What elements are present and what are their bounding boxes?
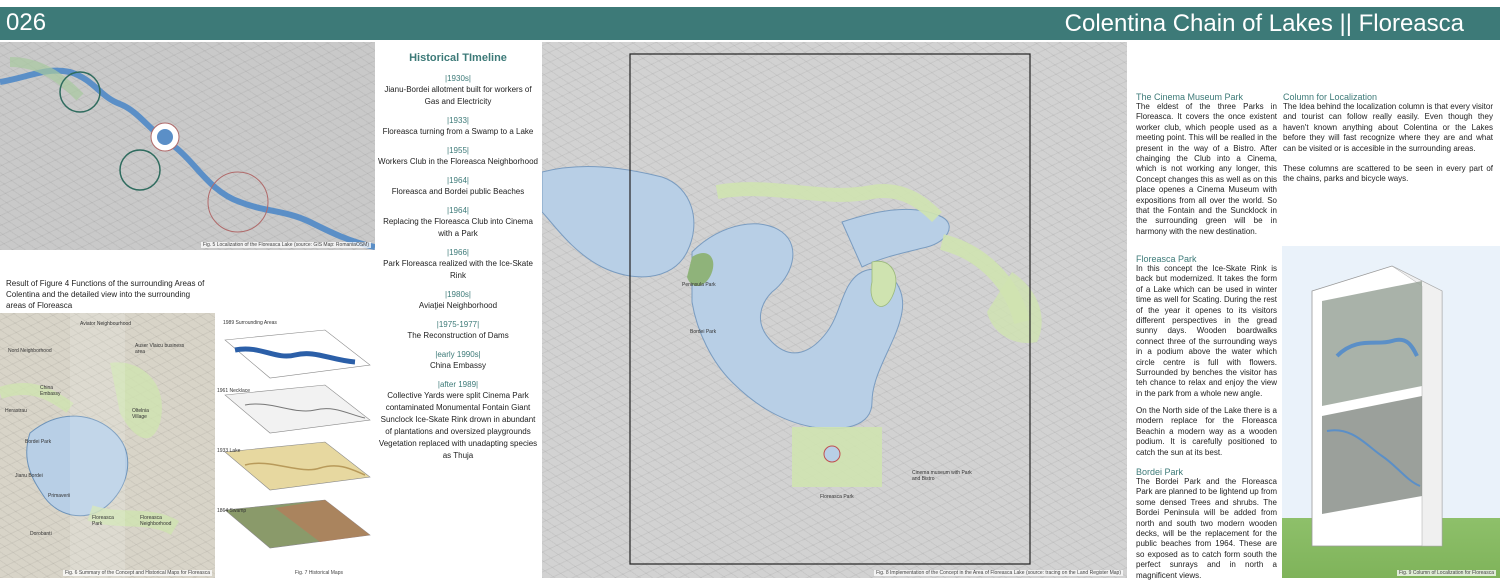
historical-maps: 1989 Surrounding Areas 1961 Necklace 193…: [215, 320, 375, 578]
timeline-text: Collective Yards were split Cinema Park …: [378, 391, 538, 460]
column-title: Column for Localization: [1283, 92, 1378, 102]
timeline-text: Park Floreasca realized with the Ice-Ska…: [383, 259, 533, 280]
timeline-year: |early 1990s|: [435, 350, 481, 359]
map-label-herastrau: Herastrau: [5, 408, 27, 414]
bordei-park-text: The Bordei Park and the Floreasca Park a…: [1136, 477, 1277, 580]
layer-1989: 1989 Surrounding Areas: [223, 320, 277, 326]
timeline-year: |1966|: [447, 248, 469, 257]
timeline-year: |1933|: [447, 116, 469, 125]
map-label-floreasca-neigh: Floreasca Neighborhood: [140, 515, 172, 527]
localization-map: Fig. 5 Localization of the Floreasca Lak…: [0, 42, 375, 250]
map-label-floreasca-park: Floreasca Park: [92, 515, 114, 527]
label-cinema-museum: Cinema museum with Park and Bistro: [912, 470, 972, 482]
timeline-text: Floreasca turning from a Swamp to a Lake: [382, 127, 534, 136]
floreasca-park-title: Floreasca Park: [1136, 254, 1197, 264]
timeline-entry: |1980s| Aviaţiei Neighborhood: [378, 290, 538, 312]
concept-implementation-map: Bordei Park Floreasca Park Peninsula Par…: [542, 42, 1127, 578]
map-label-bordei-park: Bordei Park: [25, 439, 52, 445]
timeline-entry: |early 1990s| China Embassy: [378, 350, 538, 372]
layer-1961: 1961 Necklace: [217, 388, 251, 394]
fig5-caption: Fig. 5 Localization of the Floreasca Lak…: [200, 242, 371, 248]
map-label-primaverii: Primaverii: [48, 493, 71, 499]
page-title: Colentina Chain of Lakes || Floreasca: [1064, 10, 1464, 37]
timeline-text: Floreasca and Bordei public Beaches: [391, 187, 525, 196]
floreasca-park-text-2: On the North side of the Lake there is a…: [1136, 406, 1277, 457]
map-label-jianu: Jianu Bordei: [15, 473, 43, 479]
cinema-park-title: The Cinema Museum Park: [1136, 92, 1244, 102]
timeline-text: The Reconstruction of Dams: [407, 331, 509, 340]
timeline-entry: |after 1989| Collective Yards were split…: [378, 380, 538, 462]
result-description: Result of Figure 4 Functions of the surr…: [6, 279, 205, 310]
header-bar: 026 Colentina Chain of Lakes || Floreasc…: [0, 7, 1500, 40]
fig8-caption: Fig. 8 Implementation of the Concept in …: [874, 570, 1123, 576]
timeline-heading: Historical TImeline: [409, 52, 507, 64]
map-label-aviator: Aviator Neighbourhood: [80, 321, 132, 327]
fig6-caption: Fig. 6 Summary of the Concept and Histor…: [62, 570, 212, 576]
label-peninsula-park: Peninsula Park: [682, 282, 716, 288]
timeline-entry: |1933| Floreasca turning from a Swamp to…: [378, 116, 538, 138]
timeline-text: Aviaţiei Neighborhood: [418, 301, 498, 310]
map-label-dorobanti: Dorobanti: [30, 531, 52, 537]
floreasca-park-text: In this concept the Ice-Skate Rink is ba…: [1136, 264, 1277, 398]
timeline-entry: |1964| Floreasca and Bordei public Beach…: [378, 176, 538, 198]
timeline-year: |after 1989|: [437, 380, 479, 389]
label-floreasca-park: Floreasca Park: [820, 494, 854, 500]
localization-map-graphic: [0, 57, 375, 250]
timeline-entry: |1964| Replacing the Floreasca Club into…: [378, 206, 538, 240]
column-render-graphic: [1311, 265, 1443, 547]
bordei-park-title: Bordei Park: [1136, 467, 1184, 477]
map-label-auser: Auser Vlaicu business area: [135, 343, 185, 355]
column-text: The Idea behind the localization column …: [1283, 102, 1493, 153]
timeline-text: China Embassy: [429, 361, 487, 370]
timeline-entry: |1930s| Jianu-Bordei allotment built for…: [378, 74, 538, 108]
timeline-year: |1964|: [447, 206, 469, 215]
map-label-china: China Embassy: [40, 385, 61, 397]
timeline-text: Jianu-Bordei allotment built for workers…: [384, 85, 532, 106]
timeline-entry: |1966| Park Floreasca realized with the …: [378, 248, 538, 282]
timeline-year: |1975-1977|: [436, 320, 480, 329]
layer-1933: 1933 Lake: [217, 448, 241, 454]
label-bordei-park: Bordei Park: [690, 329, 717, 335]
timeline-year: |1980s|: [445, 290, 471, 299]
cinema-park-text: The eldest of the three Parks in Floreas…: [1136, 102, 1277, 236]
concept-map: Aviator Neighbourhood Nord Neighborhood …: [0, 313, 215, 578]
layer-1864: 1864 Swamp: [217, 508, 247, 514]
fig7-caption: Fig. 7 Historical Maps: [292, 570, 345, 576]
timeline-text: Replacing the Floreasca Club into Cinema…: [383, 217, 533, 238]
timeline-year: |1955|: [447, 146, 469, 155]
timeline-year: |1930s|: [445, 74, 471, 83]
fig9-caption: Fig. 9 Column of Localization for Florea…: [1396, 570, 1496, 576]
timeline-year: |1964|: [447, 176, 469, 185]
timeline-entry: |1955| Workers Club in the Floreasca Nei…: [378, 146, 538, 168]
column-text-2: These columns are scattered to be seen i…: [1283, 164, 1493, 184]
page-number: 026: [6, 9, 47, 36]
map-label-nord: Nord Neighborhood: [8, 348, 52, 354]
localization-column-render: Fig. 9 Column of Localization for Florea…: [1282, 246, 1500, 578]
historical-timeline: Historical TImeline |1930s| Jianu-Bordei…: [378, 52, 538, 470]
timeline-entry: |1975-1977| The Reconstruction of Dams: [378, 320, 538, 342]
timeline-text: Workers Club in the Floreasca Neighborho…: [378, 157, 538, 166]
map-label-oltelnia: Oltelnia Village: [132, 408, 149, 420]
